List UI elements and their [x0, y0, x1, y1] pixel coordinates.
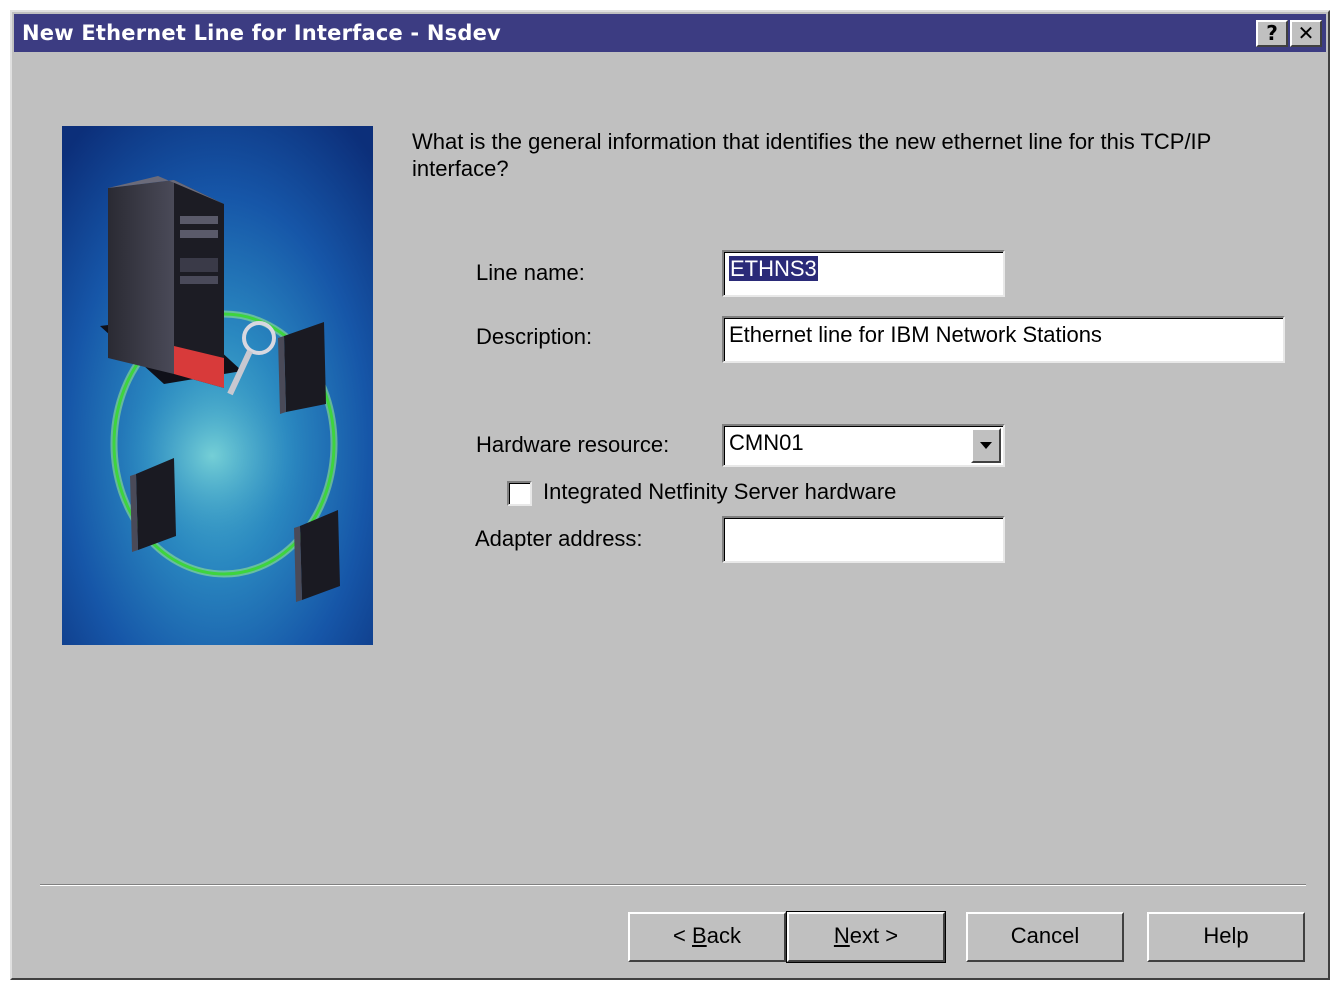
dropdown-arrow-icon[interactable]: [971, 428, 1001, 463]
description-value: Ethernet line for IBM Network Stations: [729, 322, 1102, 347]
line-name-field[interactable]: ETHNS3: [722, 250, 1005, 297]
hardware-resource-value: CMN01: [729, 430, 804, 455]
wizard-dialog: New Ethernet Line for Interface - Nsdev …: [10, 10, 1330, 980]
next-button[interactable]: Next >: [786, 911, 946, 963]
description-field[interactable]: Ethernet line for IBM Network Stations: [722, 316, 1285, 363]
netfinity-checkbox[interactable]: [507, 481, 532, 506]
back-button[interactable]: < Back: [628, 912, 786, 962]
netfinity-checkbox-label[interactable]: Integrated Netfinity Server hardware: [543, 479, 896, 505]
back-button-label: ack: [706, 923, 741, 948]
question-text: What is the general information that ide…: [412, 129, 1211, 181]
back-button-mnemonic: B: [692, 923, 707, 948]
description-label: Description:: [476, 324, 593, 349]
line-name-label: Line name:: [476, 260, 585, 285]
adapter-address-label: Adapter address:: [475, 526, 643, 551]
close-title-icon[interactable]: ✕: [1290, 20, 1322, 47]
title-bar[interactable]: New Ethernet Line for Interface - Nsdev …: [14, 14, 1326, 52]
hardware-resource-select[interactable]: CMN01: [722, 424, 1005, 467]
next-button-label: ext >: [849, 923, 899, 948]
back-button-prefix: <: [673, 923, 693, 948]
line-name-value: ETHNS3: [729, 256, 818, 281]
server-illustration: [62, 126, 373, 645]
separator: [40, 884, 1306, 886]
window-title: New Ethernet Line for Interface - Nsdev: [22, 21, 501, 45]
help-title-icon[interactable]: ?: [1256, 20, 1288, 47]
adapter-address-field[interactable]: [722, 516, 1005, 563]
help-button[interactable]: Help: [1147, 912, 1305, 962]
next-button-mnemonic: N: [833, 923, 850, 948]
cancel-button[interactable]: Cancel: [966, 912, 1124, 962]
hardware-resource-label: Hardware resource:: [476, 432, 670, 457]
